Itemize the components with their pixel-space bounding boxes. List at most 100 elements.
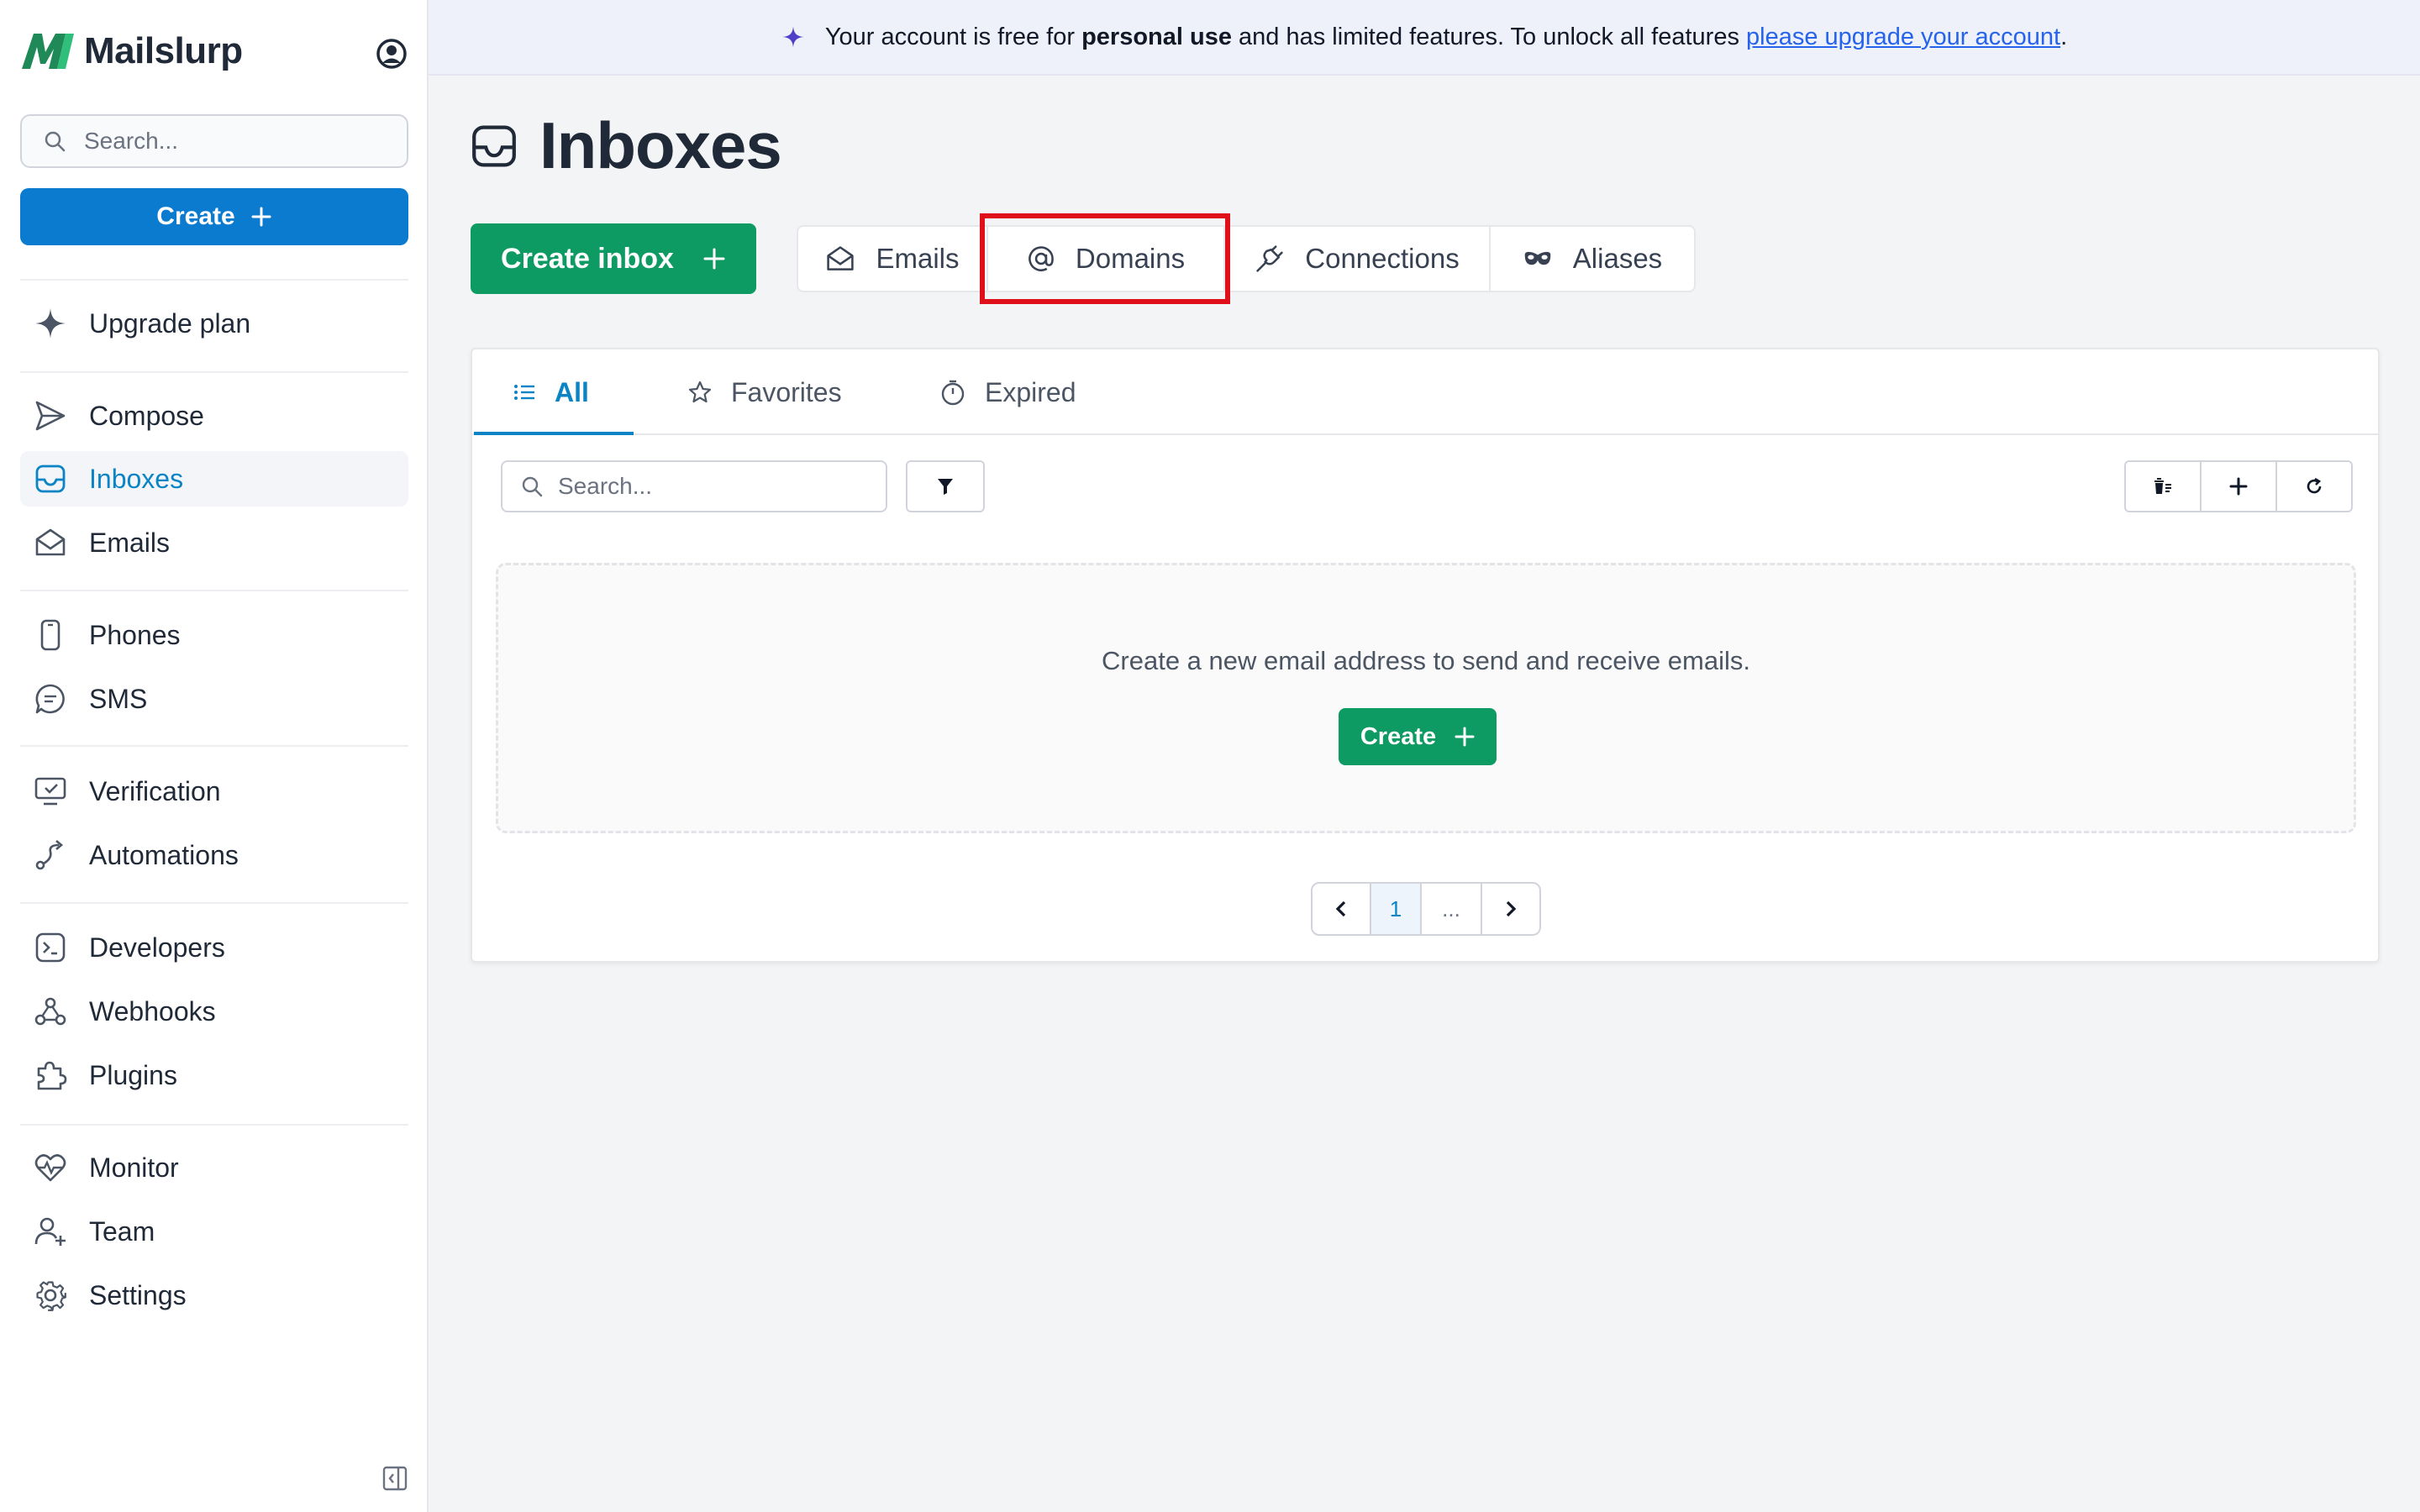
sidebar-item-plugins[interactable]: Plugins: [20, 1047, 408, 1103]
sidebar-item-inboxes[interactable]: Inboxes: [20, 451, 408, 507]
collapse-sidebar-icon[interactable]: [381, 1465, 408, 1492]
empty-create-button[interactable]: Create: [1339, 708, 1497, 765]
mailslurp-logo-icon: [20, 30, 76, 72]
sidebar-item-label: Developers: [89, 932, 225, 963]
banner-text-suffix: .: [2060, 23, 2068, 50]
active-tab-indicator: [474, 432, 634, 435]
sidebar-item-phones[interactable]: Phones: [20, 607, 408, 663]
chevron-right-icon: [1503, 900, 1518, 918]
sparkle-icon: [781, 25, 805, 49]
refresh-button[interactable]: [2277, 462, 2351, 511]
at-sign-icon: [1027, 244, 1055, 273]
divider: [20, 371, 408, 373]
filter-button[interactable]: [906, 460, 985, 512]
sidebar-item-label: Team: [89, 1215, 155, 1247]
sidebar-item-label: Upgrade plan: [89, 307, 251, 339]
divider: [20, 1124, 408, 1126]
trash-list-icon: [2153, 477, 2173, 496]
sidebar-search-input[interactable]: [84, 128, 370, 155]
sidebar-create-button[interactable]: Create: [20, 188, 408, 245]
segment-connections[interactable]: Connections: [1225, 227, 1491, 291]
sidebar-item-developers[interactable]: Developers: [20, 920, 408, 975]
terminal-icon: [34, 931, 67, 964]
inbox-actions: [2124, 460, 2353, 512]
heart-pulse-icon: [34, 1151, 67, 1184]
sidebar-search[interactable]: [20, 114, 408, 168]
puzzle-icon: [34, 1058, 67, 1092]
bulk-delete-button[interactable]: [2126, 462, 2202, 511]
create-inbox-label: Create inbox: [501, 242, 674, 275]
inbox-list-card: All Favorites Expired Search... Create a…: [471, 348, 2380, 963]
segment-domains[interactable]: Domains: [988, 227, 1225, 291]
sidebar-item-sms[interactable]: SMS: [20, 671, 408, 727]
inbox-icon: [471, 123, 518, 170]
tab-label: Favorites: [731, 376, 842, 407]
search-icon: [44, 130, 66, 152]
pagination: 1 ...: [1311, 882, 1541, 936]
sidebar-item-label: Inboxes: [89, 463, 184, 494]
tab-expired[interactable]: Expired: [939, 349, 1076, 435]
envelope-open-icon: [34, 526, 67, 559]
tab-label: All: [555, 376, 589, 407]
inbox-section-nav: Emails Domains Connections Aliases: [797, 225, 1696, 292]
upgrade-banner: Your account is free for personal use an…: [429, 0, 2420, 76]
list-icon: [513, 381, 536, 404]
divider: [20, 745, 408, 747]
segment-aliases[interactable]: Aliases: [1491, 227, 1694, 291]
chat-bubble-icon: [34, 682, 67, 716]
sidebar-item-verification[interactable]: Verification: [20, 764, 408, 819]
plus-icon: [250, 206, 272, 228]
page-title: Inboxes: [539, 108, 782, 182]
segment-label: Emails: [876, 243, 960, 274]
divider: [20, 279, 408, 281]
segment-label: Domains: [1075, 243, 1186, 274]
sidebar-create-label: Create: [156, 202, 235, 230]
brand[interactable]: Mailslurp: [20, 30, 243, 72]
inbox-search[interactable]: [501, 460, 887, 512]
segment-emails[interactable]: Emails: [798, 227, 988, 291]
sidebar-item-automations[interactable]: Automations: [20, 827, 408, 883]
plus-icon: [1455, 727, 1475, 747]
inbox-search-input[interactable]: [558, 473, 860, 500]
sidebar-item-settings[interactable]: Settings: [20, 1268, 408, 1323]
page-number[interactable]: 1: [1371, 884, 1422, 934]
filter-icon: [937, 477, 954, 496]
inbox-icon: [34, 462, 67, 496]
create-inbox-button[interactable]: Create inbox: [471, 223, 756, 294]
plus-icon: [702, 247, 726, 270]
sidebar-item-label: Monitor: [89, 1152, 179, 1183]
sidebar-item-compose[interactable]: Compose: [20, 388, 408, 444]
inbox-filter-tabs: All Favorites Expired: [472, 349, 2378, 435]
prev-page-button[interactable]: [1313, 884, 1371, 934]
sidebar-item-monitor[interactable]: Monitor: [20, 1140, 408, 1195]
chevron-left-icon: [1334, 900, 1349, 918]
sidebar-item-label: Plugins: [89, 1059, 177, 1090]
sidebar-item-label: Phones: [89, 619, 181, 650]
sidebar-item-emails[interactable]: Emails: [20, 515, 408, 570]
plus-icon: [2228, 476, 2249, 496]
account-icon[interactable]: [375, 37, 408, 71]
next-page-button[interactable]: [1482, 884, 1539, 934]
divider: [20, 902, 408, 904]
sidebar-item-team[interactable]: Team: [20, 1204, 408, 1259]
sidebar-item-label: Compose: [89, 400, 204, 431]
tab-all[interactable]: All: [513, 349, 589, 435]
refresh-icon: [2305, 477, 2323, 496]
page-ellipsis: ...: [1422, 884, 1482, 934]
upgrade-account-link[interactable]: please upgrade your account: [1746, 24, 2060, 50]
sidebar-item-label: Settings: [89, 1279, 187, 1310]
sidebar-item-webhooks[interactable]: Webhooks: [20, 984, 408, 1039]
add-inbox-button[interactable]: [2202, 462, 2277, 511]
mask-icon: [1523, 244, 1553, 274]
sidebar-item-label: Webhooks: [89, 995, 216, 1026]
brand-name: Mailslurp: [84, 30, 243, 71]
sidebar-item-label: Automations: [89, 839, 239, 870]
banner-text-prefix: Your account is free for: [824, 23, 1076, 50]
phone-icon: [34, 618, 67, 652]
timer-icon: [939, 379, 966, 406]
sidebar-item-upgrade-plan[interactable]: Upgrade plan: [20, 296, 408, 351]
gear-icon: [34, 1278, 67, 1312]
tab-favorites[interactable]: Favorites: [687, 349, 842, 435]
divider: [20, 590, 408, 591]
page-header: Inboxes: [471, 108, 782, 184]
